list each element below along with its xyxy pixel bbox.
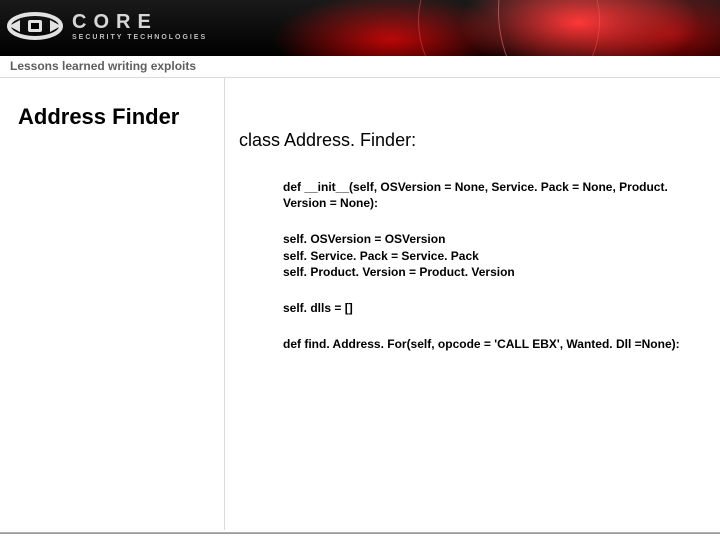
brand-text: CORE SECURITY TECHNOLOGIES bbox=[72, 12, 207, 41]
code-assignments: self. OSVersion = OSVersion self. Servic… bbox=[283, 231, 686, 280]
content-area: Address Finder class Address. Finder: de… bbox=[0, 78, 720, 530]
slide: CORE SECURITY TECHNOLOGIES Lessons learn… bbox=[0, 0, 720, 540]
brand-tagline: SECURITY TECHNOLOGIES bbox=[72, 34, 207, 41]
code-line: self. Product. Version = Product. Versio… bbox=[283, 264, 686, 280]
code-line: self. OSVersion = OSVersion bbox=[283, 231, 686, 247]
breadcrumb-text: Lessons learned writing exploits bbox=[10, 59, 196, 73]
core-logo-icon bbox=[6, 6, 64, 46]
header-band: CORE SECURITY TECHNOLOGIES bbox=[0, 0, 720, 56]
breadcrumb: Lessons learned writing exploits bbox=[0, 56, 720, 78]
right-column: class Address. Finder: def __init__(self… bbox=[225, 78, 720, 530]
brand-name: CORE bbox=[72, 12, 207, 32]
code-init-signature: def __init__(self, OSVersion = None, Ser… bbox=[283, 179, 686, 211]
brand-logo: CORE SECURITY TECHNOLOGIES bbox=[6, 6, 207, 46]
page-title: Address Finder bbox=[18, 104, 212, 130]
header-graphic bbox=[250, 0, 720, 56]
code-line: self. Service. Pack = Service. Pack bbox=[283, 248, 686, 264]
footer-divider bbox=[0, 532, 720, 534]
code-find-signature: def find. Address. For(self, opcode = 'C… bbox=[283, 336, 686, 352]
code-block: def __init__(self, OSVersion = None, Ser… bbox=[239, 179, 686, 352]
code-dlls: self. dlls = [] bbox=[283, 300, 686, 316]
left-column: Address Finder bbox=[0, 78, 225, 530]
class-header: class Address. Finder: bbox=[239, 130, 686, 151]
